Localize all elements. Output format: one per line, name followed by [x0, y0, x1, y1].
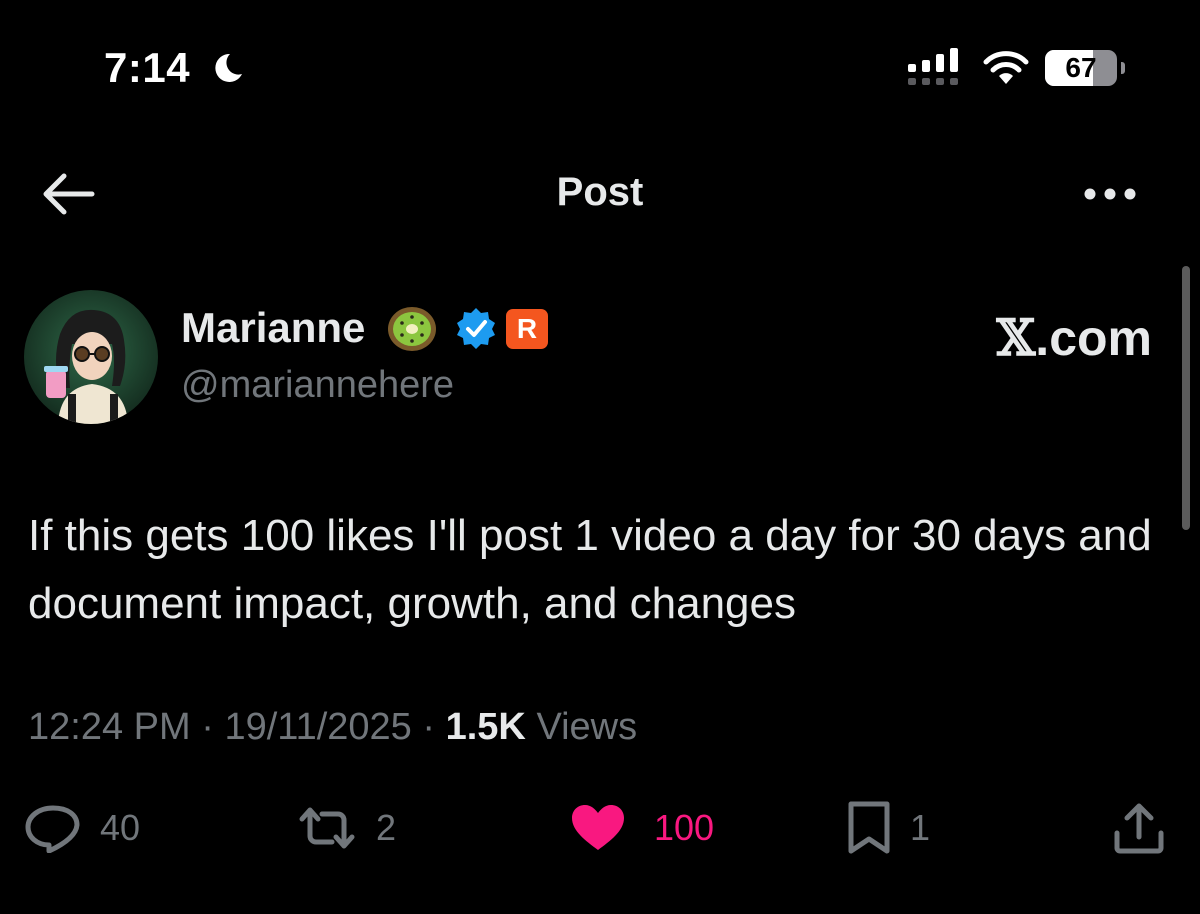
- share-icon: [1114, 803, 1164, 854]
- meta-separator: ·: [201, 706, 214, 748]
- repost-count: 2: [376, 807, 397, 848]
- nav-header: Post: [0, 140, 1200, 252]
- repost-icon: [299, 807, 355, 849]
- moon-icon: [215, 53, 242, 82]
- meta-separator: ·: [422, 706, 436, 748]
- reply-button[interactable]: 40: [24, 800, 140, 856]
- heart-icon: [572, 805, 624, 850]
- battery-icon: 67: [1045, 50, 1125, 86]
- status-bar: 7:14 67: [0, 0, 1200, 140]
- page-title: Post: [556, 170, 644, 214]
- repost-button[interactable]: 2: [296, 800, 396, 856]
- post-screen: 7:14 67 Post Marianne R @mariannehere 𝕏.…: [0, 0, 1200, 914]
- status-time: 7:14: [104, 44, 191, 91]
- x-logo-glyph: 𝕏: [996, 308, 1036, 367]
- share-button[interactable]: [1112, 800, 1166, 856]
- tweet-date: 19/11/2025: [224, 706, 412, 748]
- scrollbar[interactable]: [1182, 266, 1190, 530]
- r-badge[interactable]: R: [506, 309, 548, 349]
- views-label[interactable]: Views: [536, 706, 637, 748]
- bookmark-icon: [848, 801, 890, 854]
- signal-icon: [908, 48, 958, 85]
- more-icon[interactable]: [1078, 174, 1142, 214]
- watermark-domain: .com: [1035, 310, 1152, 366]
- author-handle[interactable]: @mariannehere: [181, 364, 454, 407]
- tweet-text: If this gets 100 likes I'll post 1 video…: [28, 511, 1152, 628]
- wifi-icon: [983, 51, 1029, 84]
- battery-level: 67: [1065, 52, 1097, 83]
- kiwi-emoji-icon: [388, 307, 436, 351]
- reply-count: 40: [100, 807, 141, 848]
- views-count[interactable]: 1.5K: [446, 706, 526, 748]
- tweet-meta: 12:24 PM · 19/11/2025 · 1.5K Views: [28, 706, 637, 749]
- reply-icon: [25, 805, 80, 853]
- verified-icon[interactable]: [454, 306, 498, 350]
- author-display-name[interactable]: Marianne: [181, 304, 365, 352]
- bookmark-count: 1: [910, 807, 931, 848]
- like-button[interactable]: 100: [570, 800, 714, 856]
- avatar[interactable]: [24, 290, 158, 424]
- tweet-time: 12:24 PM: [28, 706, 191, 748]
- x-com-watermark: 𝕏.com: [997, 308, 1153, 367]
- like-count: 100: [654, 807, 715, 848]
- bookmark-button[interactable]: 1: [846, 800, 930, 856]
